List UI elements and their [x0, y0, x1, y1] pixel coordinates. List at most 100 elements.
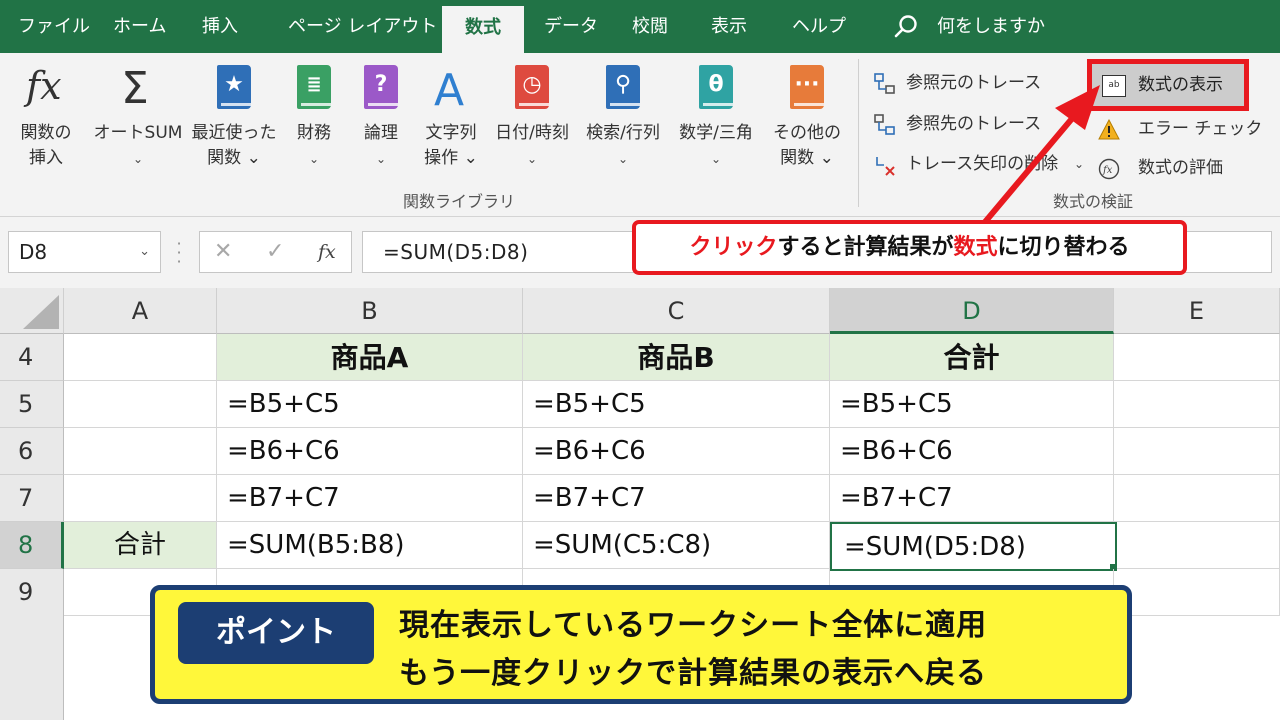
- point-line-1: 現在表示しているワークシート全体に適用: [399, 608, 988, 643]
- star-book-icon: ★: [211, 61, 257, 111]
- name-box-value: D8: [19, 240, 48, 264]
- row-header-8[interactable]: 8: [0, 522, 64, 569]
- cancel-icon[interactable]: ✕: [214, 232, 232, 272]
- cell-a4[interactable]: [64, 334, 217, 381]
- tab-data[interactable]: データ: [544, 0, 598, 53]
- cell-e4[interactable]: [1114, 334, 1280, 381]
- tab-insert[interactable]: 挿入: [202, 0, 238, 53]
- insert-function-icon[interactable]: fx: [318, 232, 336, 272]
- group-divider: [858, 59, 859, 207]
- ribbon: fx 関数の 挿入 Σ オートSUM ⌄ ★ 最近使った 関数 ⌄ ≣ 財務 ⌄ ? 論…: [0, 53, 1280, 217]
- column-header-c[interactable]: C: [523, 288, 830, 334]
- cell-e7[interactable]: [1114, 475, 1280, 522]
- insert-function-label: 関数の 挿入: [20, 123, 72, 168]
- column-header-a[interactable]: A: [64, 288, 217, 334]
- text-functions-button[interactable]: A 文字列 操作 ⌄: [418, 61, 484, 171]
- formula-auditing-group-label: 数式の検証: [1053, 192, 1134, 211]
- cell-b8[interactable]: =SUM(B5:B8): [217, 522, 523, 569]
- warning-icon: [1098, 119, 1120, 140]
- svg-text:fx: fx: [23, 64, 62, 108]
- date-time-label: 日付/時刻 ⌄: [495, 123, 569, 166]
- cell-d8-value: =SUM(D5:D8): [844, 532, 1026, 562]
- tab-review[interactable]: 校閲: [632, 0, 668, 53]
- cell-b4[interactable]: 商品A: [217, 334, 523, 381]
- lookup-reference-button[interactable]: ⚲ 検索/行列 ⌄: [580, 61, 666, 172]
- cell-c8[interactable]: =SUM(C5:C8): [523, 522, 830, 569]
- cell-a8[interactable]: 合計: [64, 522, 217, 569]
- cell-c7[interactable]: =B7+C7: [523, 475, 830, 522]
- show-formulas-icon: ab: [1102, 75, 1126, 97]
- tab-help[interactable]: ヘルプ: [792, 0, 846, 53]
- tab-formulas[interactable]: 数式: [442, 6, 524, 53]
- trace-dependents-icon: [874, 114, 895, 135]
- formula-bar-grip[interactable]: · · ·: [176, 236, 182, 270]
- search-icon: [894, 15, 917, 38]
- cell-d6[interactable]: =B6+C6: [830, 428, 1114, 475]
- cell-c4[interactable]: 商品B: [523, 334, 830, 381]
- cell-e5[interactable]: [1114, 381, 1280, 428]
- cell-b7[interactable]: =B7+C7: [217, 475, 523, 522]
- tab-view[interactable]: 表示: [711, 0, 747, 53]
- row-header-5[interactable]: 5: [0, 381, 64, 428]
- tab-file[interactable]: ファイル: [18, 0, 90, 53]
- recently-used-button[interactable]: ★ 最近使った 関数 ⌄: [190, 61, 278, 171]
- sigma-icon: Σ: [115, 61, 161, 114]
- svg-text:A: A: [434, 65, 464, 111]
- logical-button[interactable]: ? 論理 ⌄: [355, 61, 407, 172]
- callout-text-2: に切り替わる: [997, 235, 1130, 260]
- point-box: ポイント 現在表示しているワークシート全体に適用 もう一度クリックで計算結果の表…: [150, 585, 1132, 704]
- math-trig-button[interactable]: θ 数学/三角 ⌄: [673, 61, 759, 172]
- tab-page-layout[interactable]: ページ レイアウト: [288, 0, 437, 53]
- callout-click-word: クリック: [689, 235, 778, 260]
- chevron-down-icon[interactable]: ⌄: [139, 232, 150, 272]
- row-header-6[interactable]: 6: [0, 428, 64, 475]
- insert-function-button[interactable]: fx 関数の 挿入: [12, 61, 80, 171]
- cell-b5[interactable]: =B5+C5: [217, 381, 523, 428]
- cell-c6[interactable]: =B6+C6: [523, 428, 830, 475]
- enter-icon[interactable]: ✓: [266, 232, 284, 272]
- question-book-icon: ?: [358, 61, 404, 111]
- name-box[interactable]: D8 ⌄: [8, 231, 161, 273]
- point-line-2: もう一度クリックで計算結果の表示へ戻る: [399, 656, 988, 691]
- function-library-group-label: 関数ライブラリ: [403, 192, 516, 211]
- logical-label: 論理 ⌄: [364, 123, 398, 166]
- cell-e9[interactable]: [1114, 569, 1280, 616]
- column-header-e[interactable]: E: [1114, 288, 1280, 334]
- date-time-button[interactable]: ◷ 日付/時刻 ⌄: [489, 61, 575, 172]
- cell-d7[interactable]: =B7+C7: [830, 475, 1114, 522]
- more-book-icon: ···: [784, 61, 830, 111]
- cell-a7[interactable]: [64, 475, 217, 522]
- row-header-9[interactable]: 9: [0, 569, 64, 720]
- column-header-b[interactable]: B: [217, 288, 523, 334]
- evaluate-formula-icon: fx: [1098, 158, 1120, 180]
- financial-button[interactable]: ≣ 財務 ⌄: [288, 61, 340, 172]
- cell-c5[interactable]: =B5+C5: [523, 381, 830, 428]
- click-callout: クリックすると計算結果が数式に切り替わる: [632, 220, 1187, 275]
- more-functions-button[interactable]: ··· その他の 関数 ⌄: [770, 61, 844, 171]
- row-header-4[interactable]: 4: [0, 334, 64, 381]
- more-functions-label: その他の 関数 ⌄: [773, 123, 841, 168]
- callout-formula-word: 数式: [953, 235, 998, 260]
- autosum-button[interactable]: Σ オートSUM ⌄: [92, 61, 184, 172]
- cell-d8-active[interactable]: =SUM(D5:D8): [830, 522, 1117, 571]
- financial-label: 財務 ⌄: [297, 123, 331, 166]
- cell-d5[interactable]: =B5+C5: [830, 381, 1114, 428]
- math-trig-label: 数学/三角 ⌄: [679, 123, 753, 166]
- fx-icon: fx: [23, 61, 69, 111]
- cell-a6[interactable]: [64, 428, 217, 475]
- menu-bar: ファイル ホーム 挿入 ページ レイアウト 数式 データ 校閲 表示 ヘルプ 何…: [0, 0, 1280, 53]
- show-formulas-button[interactable]: ab 数式の表示: [1087, 59, 1249, 111]
- row-header-7[interactable]: 7: [0, 475, 64, 522]
- trace-precedents-icon: [874, 73, 895, 94]
- remove-arrows-chevron: ⌄: [1074, 157, 1085, 171]
- cell-e6[interactable]: [1114, 428, 1280, 475]
- column-header-d[interactable]: D: [830, 288, 1114, 334]
- remove-arrows-icon: [876, 157, 895, 176]
- lookup-reference-label: 検索/行列 ⌄: [586, 123, 660, 166]
- cell-e8[interactable]: [1117, 522, 1280, 569]
- cell-b6[interactable]: =B6+C6: [217, 428, 523, 475]
- select-all-button[interactable]: [0, 288, 64, 334]
- cell-d4[interactable]: 合計: [830, 334, 1114, 381]
- cell-a5[interactable]: [64, 381, 217, 428]
- tab-home[interactable]: ホーム: [113, 0, 166, 53]
